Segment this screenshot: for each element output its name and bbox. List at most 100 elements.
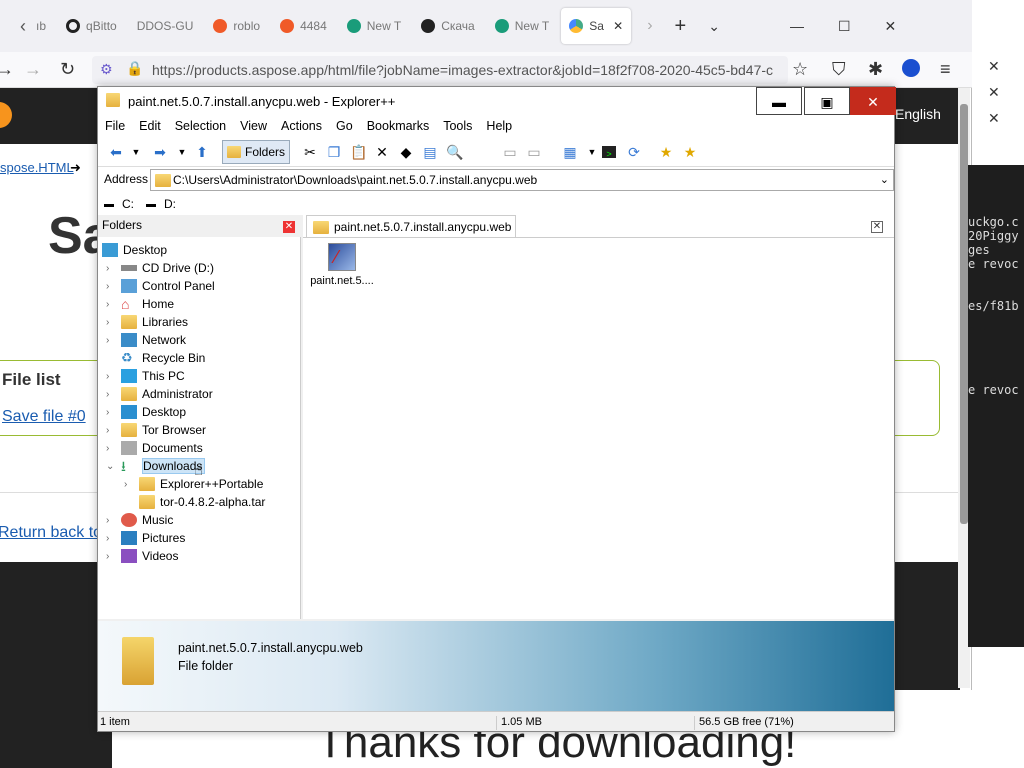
- browser-tab[interactable]: roblo: [205, 8, 268, 44]
- tree-item-this-pc[interactable]: › This PC: [106, 367, 185, 385]
- reload-icon[interactable]: ↻: [60, 60, 75, 78]
- url-bar[interactable]: ⚙ 🔒 https://products.aspose.app/html/fil…: [92, 56, 788, 84]
- search-icon[interactable]: 🔍: [446, 144, 463, 160]
- shield-icon[interactable]: ⛉: [832, 60, 846, 78]
- forward-icon[interactable]: ➡: [152, 144, 168, 160]
- maximize-icon[interactable]: ☐: [838, 18, 851, 35]
- browser-tab[interactable]: New T: [487, 8, 557, 44]
- tree-item-control-panel[interactable]: › Control Panel: [106, 277, 215, 295]
- tree-item-pictures[interactable]: › Pictures: [106, 529, 185, 547]
- browser-tab[interactable]: ıb: [28, 8, 54, 44]
- close-tab-icon[interactable]: ✕: [871, 221, 883, 233]
- minimize-icon[interactable]: —: [790, 18, 804, 34]
- menu-selection[interactable]: Selection: [168, 119, 233, 133]
- save-file-link[interactable]: Save file #0: [2, 408, 86, 426]
- tab-current-folder[interactable]: paint.net.5.0.7.install.anycpu.web: [306, 215, 516, 238]
- tab-scroll-right-icon[interactable]: ›: [647, 17, 652, 35]
- copy-icon[interactable]: ❐: [326, 144, 342, 160]
- title-bar[interactable]: paint.net.5.0.7.install.anycpu.web - Exp…: [98, 87, 896, 115]
- tree-item-cd-drive[interactable]: › CD Drive (D:): [106, 259, 214, 277]
- copy-to-icon[interactable]: ▭: [502, 144, 518, 160]
- close-icon[interactable]: ✕: [988, 84, 1000, 101]
- account-icon[interactable]: [902, 59, 920, 77]
- refresh-icon[interactable]: ⟳: [626, 144, 642, 160]
- delete-permanently-icon[interactable]: ◆: [398, 144, 414, 160]
- close-button[interactable]: ✕: [850, 87, 896, 115]
- forward-icon[interactable]: →: [24, 60, 42, 78]
- extension-icon[interactable]: ✱: [868, 60, 883, 78]
- menu-view[interactable]: View: [233, 119, 274, 133]
- permissions-icon[interactable]: ⚙: [100, 61, 113, 78]
- tree-item-music[interactable]: › Music: [106, 511, 173, 529]
- browser-tab[interactable]: Скача: [413, 8, 483, 44]
- menu-actions[interactable]: Actions: [274, 119, 329, 133]
- move-to-icon[interactable]: ▭: [526, 144, 542, 160]
- file-item[interactable]: ⁄ paint.net.5....: [305, 243, 379, 287]
- bookmarks-icon[interactable]: ★: [682, 144, 698, 160]
- tree-item-tor-browser[interactable]: › Tor Browser: [106, 421, 206, 439]
- command-prompt-icon[interactable]: >: [602, 146, 616, 159]
- delete-icon[interactable]: ✕: [374, 144, 390, 160]
- close-icon[interactable]: ✕: [988, 58, 1000, 75]
- new-folder-icon[interactable]: [478, 146, 494, 159]
- views-icon[interactable]: ▦: [562, 144, 578, 160]
- bookmark-star-icon[interactable]: ☆: [792, 60, 808, 78]
- new-tab-icon[interactable]: +: [675, 15, 687, 38]
- breadcrumb[interactable]: spose.HTML: [0, 160, 74, 175]
- paste-icon[interactable]: 📋: [350, 144, 367, 160]
- address-text[interactable]: C:\Users\Administrator\Downloads\paint.n…: [173, 173, 537, 187]
- tree-item-administrator[interactable]: › Administrator: [106, 385, 213, 403]
- browser-tab[interactable]: qBitto: [58, 8, 125, 44]
- folders-icon: [227, 146, 241, 158]
- close-icon[interactable]: ✕: [885, 18, 897, 35]
- back-icon[interactable]: →: [0, 60, 14, 78]
- tab-list-icon[interactable]: ⌄: [708, 18, 720, 35]
- minimize-button[interactable]: ▬: [756, 87, 802, 115]
- tree-item-recycle-bin[interactable]: ♻ Recycle Bin: [106, 349, 205, 367]
- language-selector[interactable]: English: [895, 106, 941, 122]
- browser-tab[interactable]: DDOS-GU: [129, 8, 202, 44]
- tree-item-documents[interactable]: › Documents: [106, 439, 203, 457]
- drive-c[interactable]: C:: [122, 197, 134, 211]
- menu-go[interactable]: Go: [329, 119, 360, 133]
- tab-scroll-left-icon[interactable]: ‹: [20, 17, 26, 35]
- tree-item-desktop-root[interactable]: Desktop: [102, 241, 167, 259]
- menu-icon[interactable]: ≡: [940, 60, 951, 78]
- folders-button-label: Folders: [245, 145, 286, 159]
- drive-d[interactable]: D:: [164, 197, 176, 211]
- menu-edit[interactable]: Edit: [132, 119, 168, 133]
- close-tab-icon[interactable]: ✕: [613, 19, 623, 33]
- tree-item-home[interactable]: › ⌂ Home: [106, 295, 174, 313]
- back-icon[interactable]: ⬅: [108, 144, 124, 160]
- maximize-button[interactable]: ▣: [804, 87, 850, 115]
- tree-item-downloads[interactable]: ⌄ ⭳ Downloads: [106, 457, 206, 475]
- browser-tab[interactable]: 4484: [272, 8, 335, 44]
- return-link[interactable]: Return back to: [0, 524, 102, 542]
- close-icon[interactable]: ✕: [988, 110, 1000, 127]
- address-input[interactable]: C:\Users\Administrator\Downloads\paint.n…: [150, 169, 894, 191]
- browser-tab[interactable]: New T: [339, 8, 409, 44]
- tree-item-network[interactable]: › Network: [106, 331, 186, 349]
- views-dropdown-icon[interactable]: ▼: [584, 144, 600, 160]
- menu-file[interactable]: File: [98, 119, 132, 133]
- url-text[interactable]: https://products.aspose.app/html/file?jo…: [152, 62, 773, 78]
- tree-item-desktop[interactable]: › Desktop: [106, 403, 186, 421]
- tree-item-videos[interactable]: › Videos: [106, 547, 178, 565]
- desktop-icon: [102, 243, 118, 257]
- back-dropdown-icon[interactable]: ▼: [128, 144, 144, 160]
- address-dropdown-icon[interactable]: ⌄: [880, 173, 889, 186]
- up-icon[interactable]: ⬆: [194, 144, 210, 160]
- properties-icon[interactable]: ▤: [422, 144, 438, 160]
- cut-icon[interactable]: ✂: [302, 144, 318, 160]
- close-folders-icon[interactable]: ✕: [283, 221, 295, 233]
- tree-item-libraries[interactable]: › Libraries: [106, 313, 188, 331]
- folders-button[interactable]: Folders: [222, 140, 290, 164]
- forward-dropdown-icon[interactable]: ▼: [174, 144, 190, 160]
- menu-bookmarks[interactable]: Bookmarks: [360, 119, 437, 133]
- add-bookmark-icon[interactable]: ★: [658, 144, 674, 160]
- scroll-thumb[interactable]: [960, 104, 968, 524]
- menu-help[interactable]: Help: [479, 119, 519, 133]
- tree-item-tor-tar[interactable]: tor-0.4.8.2-alpha.tar: [124, 493, 265, 511]
- menu-tools[interactable]: Tools: [436, 119, 479, 133]
- browser-tab-active[interactable]: Sa ✕: [561, 8, 632, 44]
